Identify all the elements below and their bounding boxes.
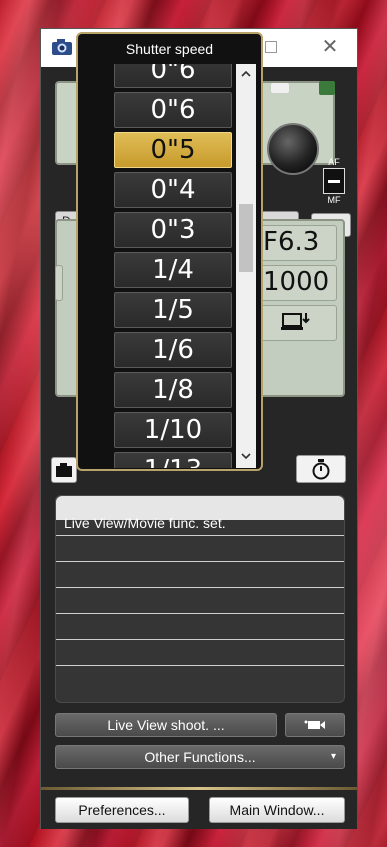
stopwatch-icon <box>312 459 330 480</box>
restore-icon[interactable] <box>265 41 277 53</box>
shutter-speed-option[interactable]: 1/4 <box>114 252 232 288</box>
movie-button[interactable] <box>285 713 345 737</box>
chevron-down-icon <box>241 453 251 460</box>
other-functions-label: Other Functions... <box>144 749 256 765</box>
gold-divider <box>41 787 357 790</box>
preferences-button[interactable]: Preferences... <box>55 797 189 823</box>
af-mf-switch[interactable]: AF MF <box>321 157 347 205</box>
chevron-up-icon <box>241 70 251 77</box>
mf-label: MF <box>327 195 341 205</box>
list-item[interactable]: Live View/Movie func. set. <box>56 510 344 536</box>
main-window-label: Main Window... <box>229 802 325 818</box>
timer-button[interactable] <box>296 455 346 483</box>
shutter-speed-option[interactable]: 1/8 <box>114 372 232 408</box>
live-view-shoot-label: Live View shoot. ... <box>107 717 225 733</box>
popup-scrollbar[interactable] <box>236 64 256 468</box>
close-button[interactable]: ✕ <box>317 33 343 61</box>
camera-icon <box>56 463 72 477</box>
list-item[interactable] <box>56 562 344 588</box>
shutter-speed-option[interactable]: 0"3 <box>114 212 232 248</box>
camera-settings-button[interactable] <box>51 457 77 483</box>
shutter-speed-option[interactable]: 1/13 <box>114 452 232 468</box>
aperture-value: F6.3 <box>263 227 320 257</box>
shutter-speed-option[interactable]: 0"6 <box>114 64 232 88</box>
shutter-speed-option[interactable]: 0"6 <box>114 92 232 128</box>
live-view-shoot-button[interactable]: Live View shoot. ... <box>55 713 277 737</box>
list-item[interactable] <box>56 640 344 666</box>
shutter-speed-option-selected[interactable]: 0"5 <box>114 132 232 168</box>
af-mf-toggle[interactable] <box>323 168 345 194</box>
shutter-speed-list: 0"6 0"6 0"5 0"4 0"3 1/4 1/5 1/6 1/8 1/10… <box>112 64 234 468</box>
list-item[interactable] <box>56 536 344 562</box>
other-functions-dropdown[interactable]: Other Functions... ▾ <box>55 745 345 769</box>
list-item[interactable] <box>56 588 344 614</box>
chevron-down-icon: ▾ <box>330 751 336 762</box>
camera-app-icon <box>52 39 72 55</box>
scroll-down-arrow-icon[interactable] <box>236 448 256 466</box>
iso-value: 1000 <box>263 267 330 297</box>
list-item[interactable] <box>56 614 344 640</box>
popup-title: Shutter speed <box>125 41 214 57</box>
scroll-thumb[interactable] <box>239 204 253 272</box>
shutter-speed-popup: Shutter speed 0"6 0"6 0"5 0"4 0"3 1/4 1/… <box>76 32 263 471</box>
list-item[interactable] <box>56 666 344 692</box>
af-label: AF <box>328 157 340 167</box>
battery-icon <box>271 83 289 93</box>
main-dial[interactable] <box>267 123 319 175</box>
shutter-speed-option[interactable]: 0"4 <box>114 172 232 208</box>
shutter-speed-option[interactable]: 1/6 <box>114 332 232 368</box>
scroll-up-arrow-icon[interactable] <box>236 66 256 84</box>
main-window-button[interactable]: Main Window... <box>209 797 345 823</box>
shutter-speed-option[interactable]: 1/5 <box>114 292 232 328</box>
mode-cell-left[interactable] <box>55 265 63 301</box>
lock-icon <box>319 81 335 95</box>
shutter-speed-option[interactable]: 1/10 <box>114 412 232 448</box>
function-list: Live View/Movie func. set. <box>55 495 345 703</box>
preferences-label: Preferences... <box>78 802 166 818</box>
pc-transfer-icon <box>281 313 310 330</box>
movie-camera-icon <box>304 720 325 729</box>
